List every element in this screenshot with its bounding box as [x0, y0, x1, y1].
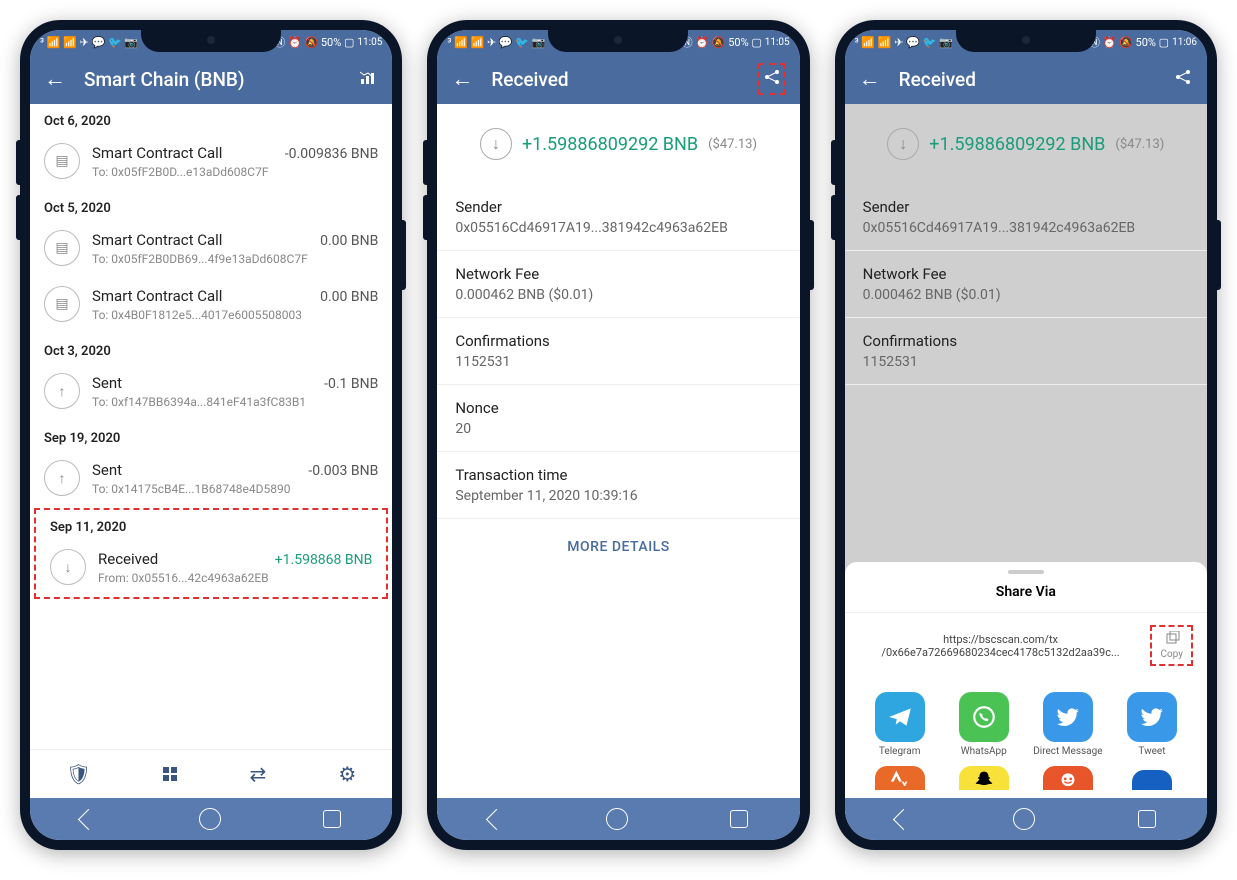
share-sheet[interactable]: Share Via https://bscscan.com/tx /0x66e7…: [845, 562, 1207, 798]
nav-back-icon[interactable]: [893, 808, 914, 829]
twitter-icon: [1043, 692, 1093, 742]
field-time: Transaction time September 11, 2020 10:3…: [437, 452, 799, 519]
share-title: Share Via: [845, 584, 1207, 613]
phone-3: ³ 📶 📶 ✈ 💬 🐦 📷 Ⓝ ⏰ 🔕 50% ▢ 11:06 ← Receiv…: [835, 20, 1217, 850]
more-details-button[interactable]: MORE DETAILS: [437, 519, 799, 575]
drag-handle[interactable]: [1008, 570, 1044, 574]
copy-button[interactable]: Copy: [1150, 625, 1193, 666]
system-nav: [845, 798, 1207, 840]
amount-usd: ($47.13): [708, 137, 757, 152]
page-title: Smart Chain (BNB): [84, 68, 342, 91]
contract-icon: ▤: [44, 143, 80, 179]
whatsapp-icon: [959, 692, 1009, 742]
field-network-fee: Network Fee 0.000462 BNB ($0.01): [437, 251, 799, 318]
field-nonce: Nonce 20: [437, 385, 799, 452]
tx-row[interactable]: ↓ Received +1.598868 BNB From: 0x05516..…: [36, 541, 386, 597]
outlook-icon: [1132, 770, 1172, 790]
phone-1: ³ 📶 📶 ✈ 💬 🐦 📷 Ⓝ ⏰ 🔕 50% ▢ 11:05 ← Smart …: [20, 20, 402, 850]
share-app-partial[interactable]: [861, 766, 939, 794]
date-header: Oct 5, 2020: [30, 191, 392, 222]
field-network-fee: Network Fee 0.000462 BNB ($0.01): [845, 251, 1207, 318]
share-button[interactable]: [758, 63, 786, 95]
received-icon: ↓: [50, 549, 86, 585]
date-header: Oct 6, 2020: [30, 104, 392, 135]
nav-back-icon[interactable]: [78, 808, 99, 829]
field-confirmations: Confirmations 1152531: [845, 318, 1207, 385]
amount: +1.59886809292 BNB: [522, 134, 698, 155]
received-icon: ↓: [887, 128, 919, 160]
app-bar: ← Received: [437, 54, 799, 104]
nav-home-icon[interactable]: [1013, 808, 1035, 830]
amount: +1.59886809292 BNB: [929, 134, 1105, 155]
app-bar: ← Received: [845, 54, 1207, 104]
field-sender: Sender 0x05516Cd46917A19...381942c4963a6…: [437, 184, 799, 251]
nav-recent-icon[interactable]: [730, 810, 748, 828]
telegram-icon: [875, 692, 925, 742]
page-title: Received: [491, 68, 739, 91]
twitter-icon: [1127, 692, 1177, 742]
contract-icon: ▤: [44, 230, 80, 266]
tx-row[interactable]: ↑ Sent -0.003 BNB To: 0x14175cB4E...1B68…: [30, 452, 392, 508]
share-direct-message[interactable]: Direct Message: [1029, 692, 1107, 758]
back-button[interactable]: ←: [859, 66, 881, 92]
sent-icon: ↑: [44, 373, 80, 409]
phone-2: ³ 📶 📶 ✈ 💬 🐦 📷 Ⓝ ⏰ 🔕 50% ▢ 11:05 ← Receiv…: [427, 20, 809, 850]
share-button[interactable]: [1173, 67, 1193, 91]
field-sender: Sender 0x05516Cd46917A19...381942c4963a6…: [845, 184, 1207, 251]
amount-usd: ($47.13): [1115, 137, 1164, 152]
nav-home-icon[interactable]: [199, 808, 221, 830]
contract-icon: ▤: [44, 286, 80, 322]
share-url: https://bscscan.com/tx /0x66e7a726696802…: [859, 633, 1143, 659]
field-confirmations: Confirmations 1152531: [437, 318, 799, 385]
share-whatsapp[interactable]: WhatsApp: [945, 692, 1023, 758]
tx-row[interactable]: ↑ Sent -0.1 BNB To: 0xf147BB6394a...841e…: [30, 365, 392, 421]
tx-row[interactable]: ▤ Smart Contract Call 0.00 BNB To: 0x4B0…: [30, 278, 392, 334]
swap-icon[interactable]: ⇄: [250, 762, 267, 786]
date-header: Sep 11, 2020: [36, 510, 386, 541]
app-bar: ← Smart Chain (BNB): [30, 54, 392, 104]
nav-back-icon[interactable]: [485, 808, 506, 829]
tx-row[interactable]: ▤ Smart Contract Call 0.00 BNB To: 0x05f…: [30, 222, 392, 278]
reddit-icon: [1043, 766, 1093, 790]
date-header: Oct 3, 2020: [30, 334, 392, 365]
system-nav: [30, 798, 392, 840]
share-app-partial[interactable]: [1029, 766, 1107, 794]
tx-list[interactable]: Oct 6, 2020 ▤ Smart Contract Call -0.009…: [30, 104, 392, 749]
nav-recent-icon[interactable]: [323, 810, 341, 828]
sent-icon: ↑: [44, 460, 80, 496]
shield-icon[interactable]: 🛡: [66, 762, 91, 786]
received-icon: ↓: [480, 128, 512, 160]
snapchat-icon: [959, 766, 1009, 790]
tx-detail: ↓ +1.59886809292 BNB ($47.13) Sender 0x0…: [437, 104, 799, 798]
share-app-partial[interactable]: [1113, 766, 1191, 794]
bottom-nav: 🛡 ⇄ ⚙: [30, 749, 392, 798]
chart-icon[interactable]: [360, 69, 378, 90]
nav-recent-icon[interactable]: [1138, 810, 1156, 828]
share-telegram[interactable]: Telegram: [861, 692, 939, 758]
tx-row[interactable]: ▤ Smart Contract Call -0.009836 BNB To: …: [30, 135, 392, 191]
gear-icon[interactable]: ⚙: [338, 762, 356, 786]
page-title: Received: [899, 68, 1155, 91]
share-tweet[interactable]: Tweet: [1113, 692, 1191, 758]
highlighted-tx: Sep 11, 2020 ↓ Received +1.598868 BNB Fr…: [34, 508, 388, 599]
date-header: Sep 19, 2020: [30, 421, 392, 452]
back-button[interactable]: ←: [44, 66, 66, 92]
system-nav: [437, 798, 799, 840]
apps-icon[interactable]: [163, 767, 177, 781]
share-app-partial[interactable]: [945, 766, 1023, 794]
nav-home-icon[interactable]: [606, 808, 628, 830]
back-button[interactable]: ←: [451, 66, 473, 92]
strava-icon: [875, 766, 925, 790]
